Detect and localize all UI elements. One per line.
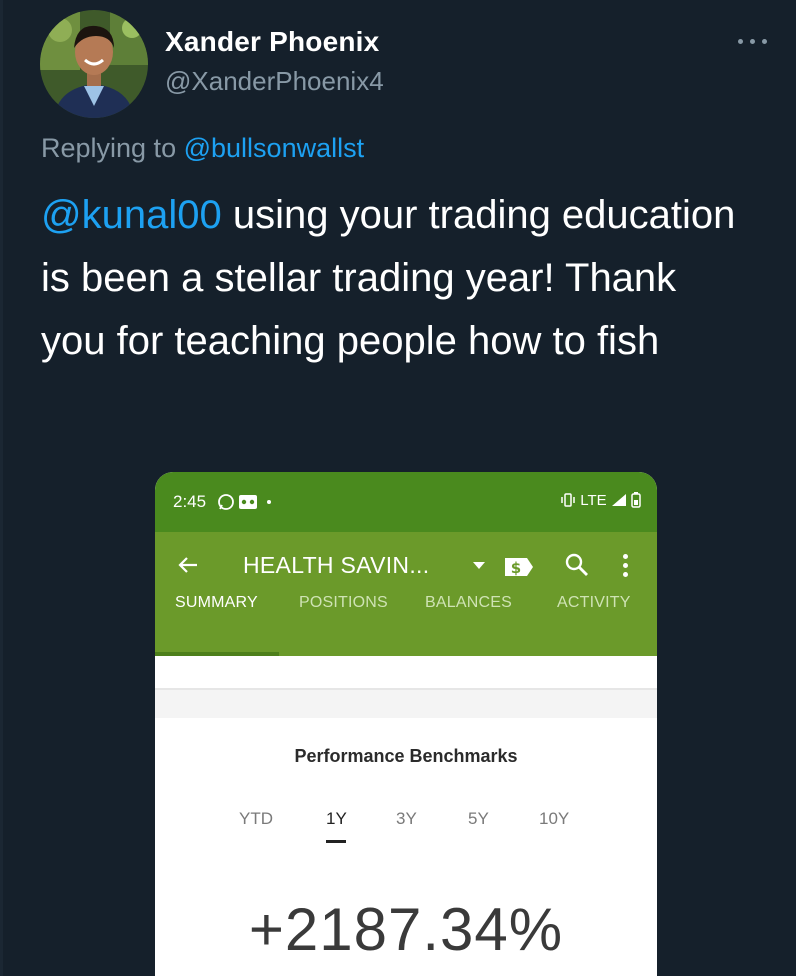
whatsapp-icon — [218, 494, 234, 510]
left-border — [0, 0, 3, 976]
performance-value: +2187.34% — [248, 896, 564, 963]
section-spacer — [155, 690, 657, 718]
user-handle[interactable]: @XanderPhoenix4 — [165, 66, 384, 97]
app-bar: HEALTH SAVIN... $ SUMMARY POSITIONS BALA… — [155, 532, 657, 656]
status-time: 2:45 — [173, 492, 207, 511]
tab-positions[interactable]: POSITIONS — [299, 594, 388, 612]
performance-title: Performance Benchmarks — [294, 746, 518, 766]
display-name[interactable]: Xander Phoenix — [165, 26, 379, 58]
search-icon[interactable] — [564, 552, 590, 578]
tweet-text: @kunal00 using your trading education is… — [41, 184, 741, 373]
dollar-icon[interactable]: $ — [503, 556, 535, 578]
range-1y[interactable]: 1Y — [326, 809, 347, 829]
tab-activity[interactable]: ACTIVITY — [557, 594, 631, 612]
range-10y[interactable]: 10Y — [539, 809, 569, 829]
battery-icon — [631, 492, 641, 508]
voicemail-icon — [239, 495, 257, 509]
tweet-media-image[interactable]: 2:45 LTE HEALTH SAVIN... $ SUMMARY POSIT… — [155, 472, 657, 976]
signal-icon — [611, 494, 626, 506]
phone-status-bar: 2:45 LTE — [155, 472, 657, 532]
tweet-mention-link[interactable]: @kunal00 — [41, 193, 222, 237]
replying-prefix: Replying to — [41, 133, 177, 163]
dropdown-caret-icon[interactable] — [473, 562, 485, 570]
tab-balances[interactable]: BALANCES — [425, 594, 512, 612]
tab-summary[interactable]: SUMMARY — [175, 594, 258, 612]
range-ytd[interactable]: YTD — [239, 809, 273, 829]
replying-to: Replying to @bullsonwallst — [41, 133, 364, 164]
active-tab-indicator — [155, 652, 279, 656]
range-3y[interactable]: 3Y — [396, 809, 417, 829]
account-title[interactable]: HEALTH SAVIN... — [243, 552, 429, 579]
active-range-indicator — [326, 840, 346, 843]
status-right: LTE — [560, 492, 641, 509]
more-icon[interactable] — [736, 30, 770, 50]
range-5y[interactable]: 5Y — [468, 809, 489, 829]
network-label: LTE — [580, 492, 607, 509]
svg-text:$: $ — [511, 559, 521, 577]
status-left-icons — [217, 493, 297, 511]
back-arrow-icon[interactable] — [177, 554, 199, 576]
overflow-menu-icon[interactable] — [621, 552, 629, 580]
vibrate-icon — [561, 493, 575, 507]
replying-mention-link[interactable]: @bullsonwallst — [184, 133, 364, 163]
avatar[interactable] — [40, 10, 148, 118]
